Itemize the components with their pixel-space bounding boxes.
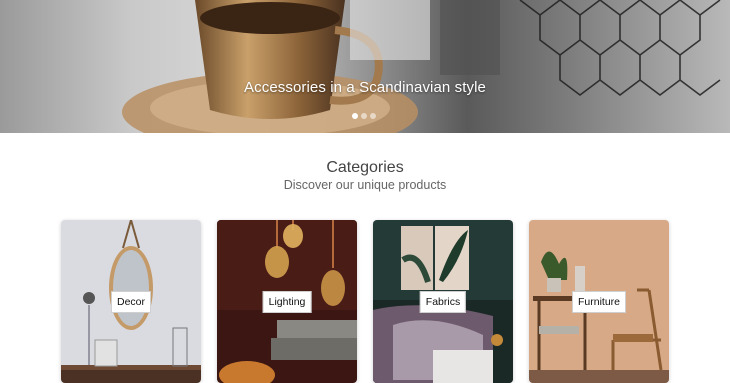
category-label-fabrics: Fabrics [419,291,467,313]
carousel-dot-1[interactable] [352,113,358,119]
category-card-decor[interactable]: Decor [61,220,201,383]
category-card-fabrics[interactable]: Fabrics [373,220,513,383]
section-subtitle: Discover our unique products [283,178,447,192]
hero-caption: Accessories in a Scandinavian style [244,79,486,96]
category-card-lighting[interactable]: Lighting [217,220,357,383]
section-title: Categories [326,159,404,176]
hero-banner: Accessories in a Scandinavian style [0,0,730,133]
carousel-dot-2[interactable] [361,113,367,119]
category-label-decor: Decor [110,291,152,313]
carousel-dot-3[interactable] [370,113,376,119]
category-label-furniture: Furniture [571,291,627,313]
carousel-dots [352,113,376,119]
category-card-furniture[interactable]: Furniture [529,220,669,383]
category-label-lighting: Lighting [262,291,312,313]
category-cards: Decor Lighting Fabrics Furniture [61,220,669,383]
